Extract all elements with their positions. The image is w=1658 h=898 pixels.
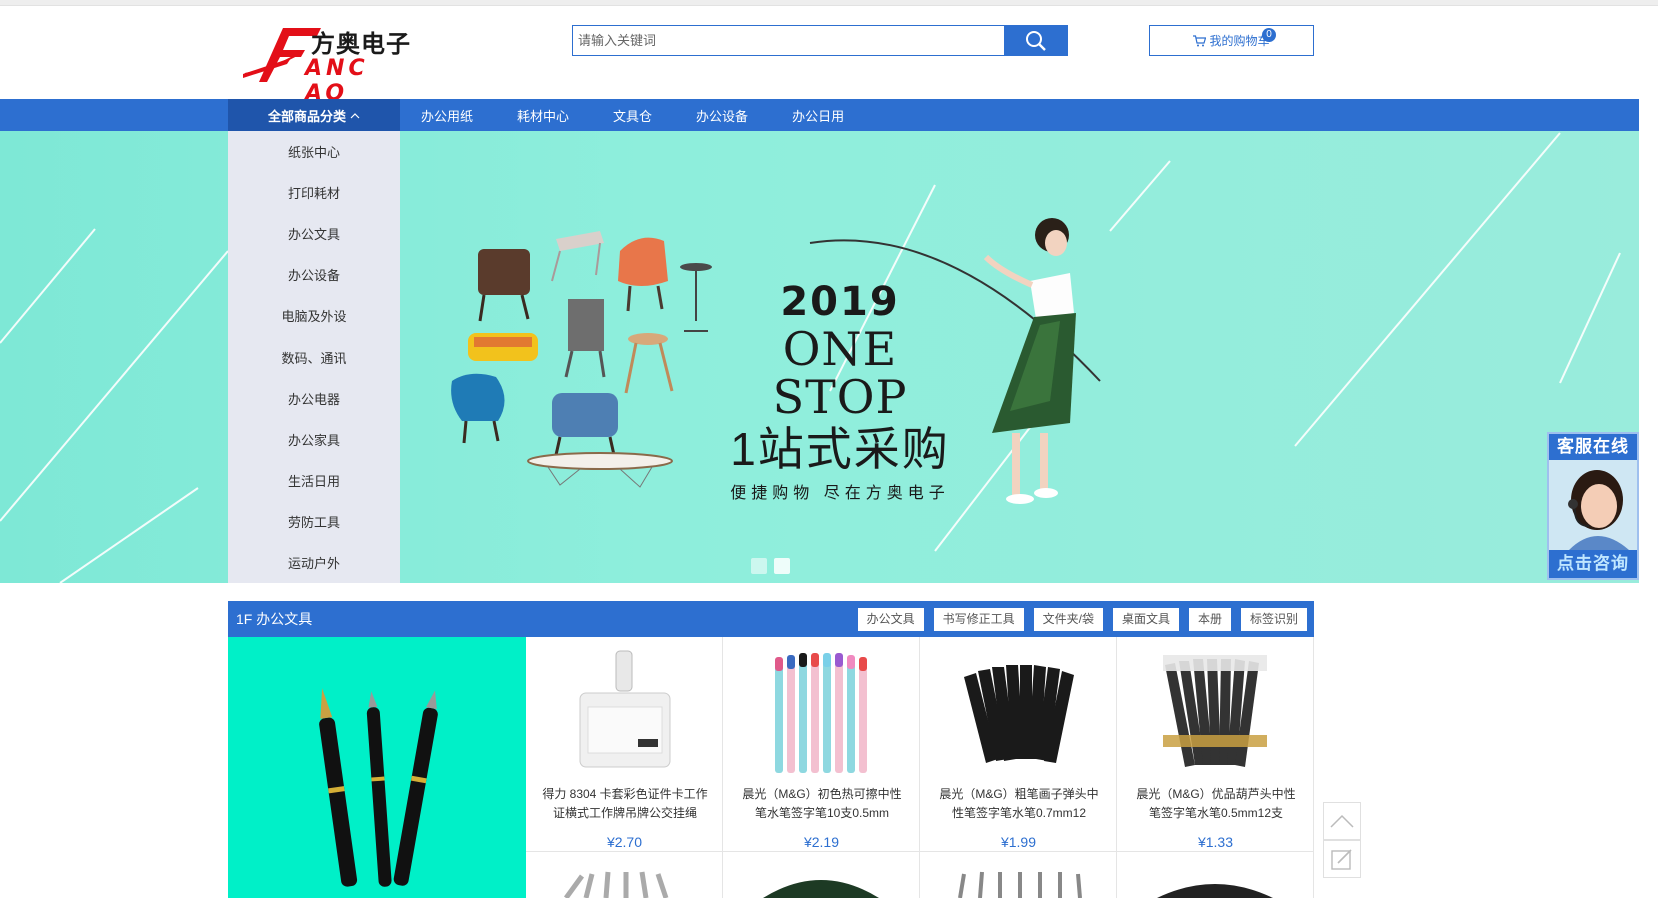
product-name: 得力 8304 卡套彩色证件卡工作证横式工作牌吊牌公交挂绳 bbox=[542, 787, 708, 820]
product-name: 晨光（M&G）优品葫芦头中性笔签字笔水笔0.5mm12支 bbox=[1136, 787, 1296, 820]
customer-service-widget[interactable]: 客服在线 点击咨询 bbox=[1547, 432, 1639, 580]
logo-text-cn: 方奥电子 bbox=[311, 31, 411, 58]
service-consult-label: 点击咨询 bbox=[1557, 554, 1629, 573]
chevron-up-icon bbox=[1330, 814, 1354, 828]
product-name: 晨光（M&G）粗笔画子弹头中性笔签字笔水笔0.7mm12 bbox=[939, 787, 1099, 820]
product-card[interactable]: 晨光（M&G）初色热可擦中性笔水笔签字笔10支0.5mm ¥2.19 bbox=[723, 637, 920, 852]
product-card[interactable]: 得力 8304 卡套彩色证件卡工作证横式工作牌吊牌公交挂绳 ¥2.70 bbox=[526, 637, 723, 852]
product-name: 晨光（M&G）初色热可擦中性笔水笔签字笔10支0.5mm bbox=[742, 787, 902, 820]
cart-count-badge: 0 bbox=[1262, 28, 1276, 42]
nav-item-office-equipment[interactable]: 办公设备 bbox=[696, 106, 748, 125]
banner-subtitle: 便捷购物 尽在方奥电子 bbox=[730, 485, 950, 502]
product-card-partial[interactable] bbox=[723, 852, 920, 898]
floor-tab-desk-supplies[interactable]: 桌面文具 bbox=[1112, 608, 1179, 631]
top-border bbox=[0, 0, 1658, 6]
nav-item-consumables[interactable]: 耗材中心 bbox=[517, 106, 569, 125]
back-to-top-button[interactable] bbox=[1323, 802, 1361, 840]
category-item-outdoor[interactable]: 运动户外 bbox=[228, 542, 400, 583]
search-input[interactable] bbox=[573, 26, 1004, 55]
category-item-daily[interactable]: 生活日用 bbox=[228, 460, 400, 501]
furniture-illustration bbox=[451, 231, 712, 488]
product-card-partial[interactable] bbox=[526, 852, 723, 898]
product-price: ¥1.33 bbox=[1197, 834, 1234, 850]
black-gel-pens-icon bbox=[964, 665, 1074, 763]
floor-tab-stationery[interactable]: 办公文具 bbox=[857, 608, 924, 631]
nav-item-office-paper[interactable]: 办公用纸 bbox=[421, 106, 473, 125]
floor-title: 1F 办公文具 bbox=[236, 611, 313, 627]
floor-tab-notebooks[interactable]: 本册 bbox=[1188, 608, 1231, 631]
site-logo[interactable]: 方奥电子 ANC AO bbox=[243, 20, 423, 106]
pens-illustration bbox=[319, 688, 438, 887]
edit-icon bbox=[1331, 849, 1352, 870]
banner-dot-2[interactable] bbox=[774, 558, 790, 574]
category-item-computers[interactable]: 电脑及外设 bbox=[228, 295, 400, 336]
service-agent-avatar bbox=[1549, 460, 1637, 550]
category-item-paper[interactable]: 纸张中心 bbox=[228, 131, 400, 172]
main-nav: 全部商品分类 办公用纸 耗材中心 文具仓 办公设备 办公日用 bbox=[0, 99, 1639, 131]
erasable-pens-icon bbox=[775, 653, 867, 773]
service-online-label: 客服在线 bbox=[1557, 437, 1629, 456]
cart-icon bbox=[1193, 34, 1207, 46]
banner-title-cn: 1站式采购 bbox=[730, 423, 950, 475]
pens-dark-icon bbox=[763, 880, 879, 898]
floor-tab-folders[interactable]: 文件夹/袋 bbox=[1033, 608, 1103, 631]
search-button[interactable] bbox=[1004, 26, 1067, 55]
floor-tab-writing-tools[interactable]: 书写修正工具 bbox=[933, 608, 1024, 631]
category-item-print-consumables[interactable]: 打印耗材 bbox=[228, 172, 400, 213]
card-holder-icon bbox=[579, 650, 671, 768]
category-item-office-equipment[interactable]: 办公设备 bbox=[228, 254, 400, 295]
floor-header: 1F 办公文具 办公文具 书写修正工具 文件夹/袋 桌面文具 本册 标签识别 bbox=[228, 601, 1314, 637]
floor-tabs: 办公文具 书写修正工具 文件夹/袋 桌面文具 本册 标签识别 bbox=[857, 608, 1307, 631]
product-card[interactable]: 晨光（M&G）优品葫芦头中性笔签字笔水笔0.5mm12支 ¥1.33 bbox=[1117, 637, 1314, 852]
floor-tab-labels[interactable]: 标签识别 bbox=[1240, 608, 1307, 631]
pens-white-icon bbox=[563, 871, 669, 898]
product-price: ¥2.19 bbox=[803, 834, 840, 850]
floor-promo-image[interactable] bbox=[228, 637, 526, 898]
search-bar bbox=[572, 25, 1068, 56]
pens-clear-icon bbox=[958, 871, 1082, 898]
all-categories-button[interactable]: 全部商品分类 bbox=[228, 99, 400, 131]
gourd-gel-pens-icon bbox=[1163, 655, 1267, 767]
nav-item-stationery[interactable]: 文具仓 bbox=[613, 106, 652, 125]
category-item-appliances[interactable]: 办公电器 bbox=[228, 378, 400, 419]
category-sidebar: 纸张中心 打印耗材 办公文具 办公设备 电脑及外设 数码、通讯 办公电器 办公家… bbox=[228, 131, 400, 583]
banner-pagination bbox=[751, 558, 790, 574]
search-icon bbox=[1025, 30, 1046, 51]
banner-dot-1[interactable] bbox=[751, 558, 767, 574]
product-card-partial[interactable] bbox=[920, 852, 1117, 898]
category-item-digital[interactable]: 数码、通讯 bbox=[228, 336, 400, 377]
category-item-stationery[interactable]: 办公文具 bbox=[228, 213, 400, 254]
feedback-button[interactable] bbox=[1323, 840, 1361, 878]
product-price: ¥2.70 bbox=[606, 834, 643, 850]
product-card[interactable]: 晨光（M&G）粗笔画子弹头中性笔签字笔水笔0.7mm12 ¥1.99 bbox=[920, 637, 1117, 852]
product-price: ¥1.99 bbox=[1000, 834, 1037, 850]
chevron-up-icon bbox=[350, 112, 360, 118]
nav-item-daily-supplies[interactable]: 办公日用 bbox=[792, 106, 844, 125]
banner-slogan: 2019 ONE STOP 1站式采购 便捷购物 尽在方奥电子 bbox=[720, 279, 960, 503]
cart-label: 我的购物车 bbox=[1209, 34, 1270, 48]
category-item-protection[interactable]: 劳防工具 bbox=[228, 501, 400, 542]
cart-button[interactable]: 我的购物车 0 bbox=[1149, 25, 1314, 56]
all-categories-label: 全部商品分类 bbox=[267, 108, 346, 124]
banner-title-en: ONE STOP bbox=[772, 322, 908, 424]
category-item-furniture[interactable]: 办公家具 bbox=[228, 419, 400, 460]
pens-black-icon bbox=[1157, 884, 1273, 898]
banner-year: 2019 bbox=[780, 279, 900, 325]
product-grid: 得力 8304 卡套彩色证件卡工作证横式工作牌吊牌公交挂绳 ¥2.70 晨光（M… bbox=[526, 637, 1314, 898]
product-card-partial[interactable] bbox=[1117, 852, 1314, 898]
